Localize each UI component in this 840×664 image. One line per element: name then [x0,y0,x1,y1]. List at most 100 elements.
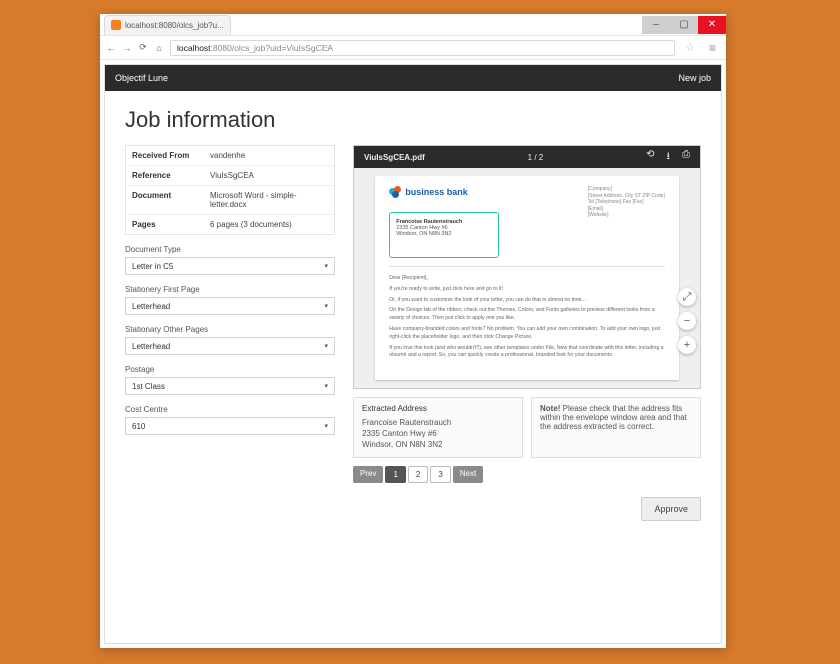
document-type-value: Letter in C5 [132,262,173,271]
fit-icon[interactable]: ⤢ [678,288,696,306]
right-column: ViuIsSgCEA.pdf 1 / 2 ⟲ ⭳ ⎙ [353,145,701,521]
brand-bar: Objectif Lune New job [105,65,721,91]
letter-paragraph: Or, if you want to customize the look of… [389,297,665,305]
recipient-line2: Windsor, ON N8N 3N2 [396,231,492,237]
cost-centre-field: Cost Centre 610 ▾ [125,405,335,435]
postage-field: Postage 1st Class ▾ [125,365,335,395]
print-icon[interactable]: ⎙ [682,149,690,166]
postage-value: 1st Class [132,382,165,391]
document-type-select[interactable]: Letter in C5 ▾ [125,257,335,275]
first-page-label: Stationery First Page [125,285,335,294]
new-job-link[interactable]: New job [678,73,711,83]
zoom-out-icon[interactable]: − [678,312,696,330]
close-button[interactable]: ✕ [698,16,726,34]
company-address: [Company] [Street Address, City ST ZIP C… [588,186,665,219]
next-button[interactable]: Next [453,466,483,483]
browser-window: localhost:8080/olcs_job?u... – ▢ ✕ ← → ⟳… [100,14,726,648]
letter-paragraph: If you're ready to write, just click her… [389,286,665,294]
table-row: Pages 6 pages (3 documents) [126,215,334,234]
pdf-page-indicator: 1 / 2 [528,153,544,162]
document-value: Microsoft Word - simple-letter.docx [204,186,334,214]
note-label: Note! [540,404,560,413]
reference-label: Reference [126,166,204,185]
chevron-down-icon: ▾ [324,382,328,390]
envelope-window: Francoise Rautenstrauch 2335 Canton Hwy … [389,212,499,258]
url-port: :8080 [211,43,232,53]
reference-value: ViuIsSgCEA [204,166,334,185]
url-host: localhost [177,43,211,53]
letter-paragraph: If you love this look (and who wouldn't?… [389,345,665,361]
received-from-value: vandenhe [204,146,334,165]
job-info-table: Received From vandenhe Reference ViuIsSg… [125,145,335,235]
page-2-button[interactable]: 2 [408,466,428,483]
address-bar: ← → ⟳ ⌂ localhost:8080/olcs_job?uid=ViuI… [100,36,726,60]
extracted-line: 2335 Canton Hwy #6 [362,428,514,439]
cost-centre-value: 610 [132,422,145,431]
bookmark-icon[interactable]: ☆ [681,41,699,54]
pager: Prev 1 2 3 Next [353,466,701,483]
browser-tab[interactable]: localhost:8080/olcs_job?u... [104,15,231,35]
menu-icon[interactable]: ≡ [705,41,720,55]
back-icon[interactable]: ← [106,43,116,53]
document-preview: business bank [Company] [Street Address,… [375,176,679,380]
minimize-button[interactable]: – [642,16,670,34]
left-column: Received From vandenhe Reference ViuIsSg… [125,145,335,521]
other-pages-label: Stationary Other Pages [125,325,335,334]
pdf-canvas[interactable]: business bank [Company] [Street Address,… [354,168,700,388]
page-1-button[interactable]: 1 [385,466,405,483]
pages-label: Pages [126,215,204,234]
forward-icon[interactable]: → [122,43,132,53]
received-from-label: Received From [126,146,204,165]
letter-paragraph: Have company-branded colors and fonts? N… [389,326,665,342]
page-title: Job information [125,107,701,133]
zoom-in-icon[interactable]: + [678,336,696,354]
note-text: Please check that the address fits withi… [540,404,687,431]
company-name: business bank [405,187,468,197]
favicon [111,20,121,30]
reload-icon[interactable]: ⟳ [138,42,148,53]
other-pages-field: Stationary Other Pages Letterhead ▾ [125,325,335,355]
first-page-value: Letterhead [132,302,170,311]
url-path: /olcs_job?uid=ViuIsSgCEA [232,43,333,53]
approve-area: Approve [641,497,701,521]
download-icon[interactable]: ⭳ [667,149,671,166]
pages-value: 6 pages (3 documents) [204,215,334,234]
url-input[interactable]: localhost:8080/olcs_job?uid=ViuIsSgCEA [170,40,675,56]
chevron-down-icon: ▾ [324,422,328,430]
postage-label: Postage [125,365,335,374]
chevron-down-icon: ▾ [324,302,328,310]
extracted-address-panel: Extracted Address Francoise Rautenstrauc… [353,397,523,458]
other-pages-value: Letterhead [132,342,170,351]
letter-greeting: Dear [Recipient], [389,275,665,283]
first-page-field: Stationery First Page Letterhead ▾ [125,285,335,315]
note-panel: Note! Please check that the address fits… [531,397,701,458]
pdf-toolbar: ViuIsSgCEA.pdf 1 / 2 ⟲ ⭳ ⎙ [354,146,700,168]
first-page-select[interactable]: Letterhead ▾ [125,297,335,315]
home-icon[interactable]: ⌂ [154,43,164,53]
window-titlebar: localhost:8080/olcs_job?u... – ▢ ✕ [100,14,726,36]
tab-title: localhost:8080/olcs_job?u... [125,21,224,30]
chevron-down-icon: ▾ [324,262,328,270]
pdf-viewer: ViuIsSgCEA.pdf 1 / 2 ⟲ ⭳ ⎙ [353,145,701,389]
extracted-line: Francoise Rautenstrauch [362,417,514,428]
postage-select[interactable]: 1st Class ▾ [125,377,335,395]
maximize-button[interactable]: ▢ [670,16,698,34]
table-row: Received From vandenhe [126,146,334,166]
prev-button[interactable]: Prev [353,466,383,483]
extracted-line: Windsor, ON N8N 3N2 [362,439,514,450]
document-type-field: Document Type Letter in C5 ▾ [125,245,335,275]
document-type-label: Document Type [125,245,335,254]
brand-title: Objectif Lune [115,73,168,83]
page-3-button[interactable]: 3 [430,466,450,483]
cost-centre-select[interactable]: 610 ▾ [125,417,335,435]
rotate-icon[interactable]: ⟲ [646,149,654,166]
other-pages-select[interactable]: Letterhead ▾ [125,337,335,355]
approve-button[interactable]: Approve [641,497,701,521]
document-label: Document [126,186,204,214]
extracted-heading: Extracted Address [362,404,514,413]
table-row: Document Microsoft Word - simple-letter.… [126,186,334,215]
cost-centre-label: Cost Centre [125,405,335,414]
chevron-down-icon: ▾ [324,342,328,350]
window-controls: – ▢ ✕ [642,16,726,34]
table-row: Reference ViuIsSgCEA [126,166,334,186]
